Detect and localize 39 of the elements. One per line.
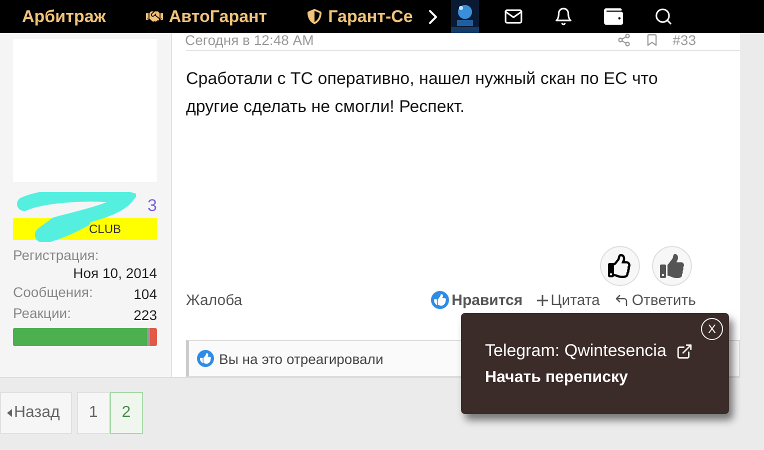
post-action[interactable]: Ответить	[614, 292, 696, 308]
thumbs-up-icon	[430, 291, 449, 309]
search-icon[interactable]	[654, 7, 674, 26]
caret-icon	[7, 409, 12, 417]
share-icon[interactable]	[616, 32, 631, 46]
start-chat-link[interactable]: Начать переписку	[485, 369, 628, 387]
post-action[interactable]: Нравится	[430, 291, 523, 309]
page-button[interactable]: 2	[110, 392, 143, 434]
nav-link[interactable]: Гарант-Се	[307, 6, 413, 26]
wallet-icon[interactable]	[604, 7, 624, 26]
report-link[interactable]: Жалоба	[186, 292, 417, 308]
like-button[interactable]	[600, 246, 640, 286]
external-link-icon[interactable]	[676, 342, 694, 360]
stat-value: 104	[134, 286, 157, 302]
stat-label: Реакции:	[13, 305, 71, 323]
post-text: Сработали с ТС оперативно, нашел нужный скан по ЕС что другие сделать не смогли! Респект.	[186, 68, 659, 118]
stat-label: Регистрация:	[13, 247, 100, 263]
stat-value: 223	[134, 307, 157, 323]
thumbs-up-button[interactable]	[652, 246, 692, 286]
stat-value: Ноя 10, 2014	[72, 265, 157, 281]
bell-icon[interactable]	[554, 7, 574, 26]
telegram-text: Telegram: Qwintesencia	[485, 341, 666, 361]
bookmark-icon[interactable]	[644, 32, 659, 46]
reactions-text[interactable]: Вы на это отреагировали	[219, 350, 384, 366]
thumbs-up-icon	[608, 254, 632, 278]
shield-icon	[307, 9, 322, 24]
username[interactable]: 3	[148, 196, 157, 218]
mail-icon[interactable]	[504, 7, 524, 26]
plus-icon	[536, 294, 548, 306]
nav-link[interactable]: Арбитраж	[22, 6, 106, 26]
stat-label: Сообщения:	[13, 284, 93, 302]
prev-button[interactable]: Назад	[0, 392, 72, 434]
close-button[interactable]: X	[701, 318, 723, 340]
nav-link[interactable]: АвтоГарант	[146, 6, 268, 26]
thumbs-up-icon	[197, 350, 214, 367]
page-button[interactable]: 1	[76, 392, 110, 434]
reply-icon	[614, 292, 629, 308]
post-action[interactable]: Цитата	[536, 292, 600, 308]
thumbs-up-icon	[660, 254, 684, 278]
